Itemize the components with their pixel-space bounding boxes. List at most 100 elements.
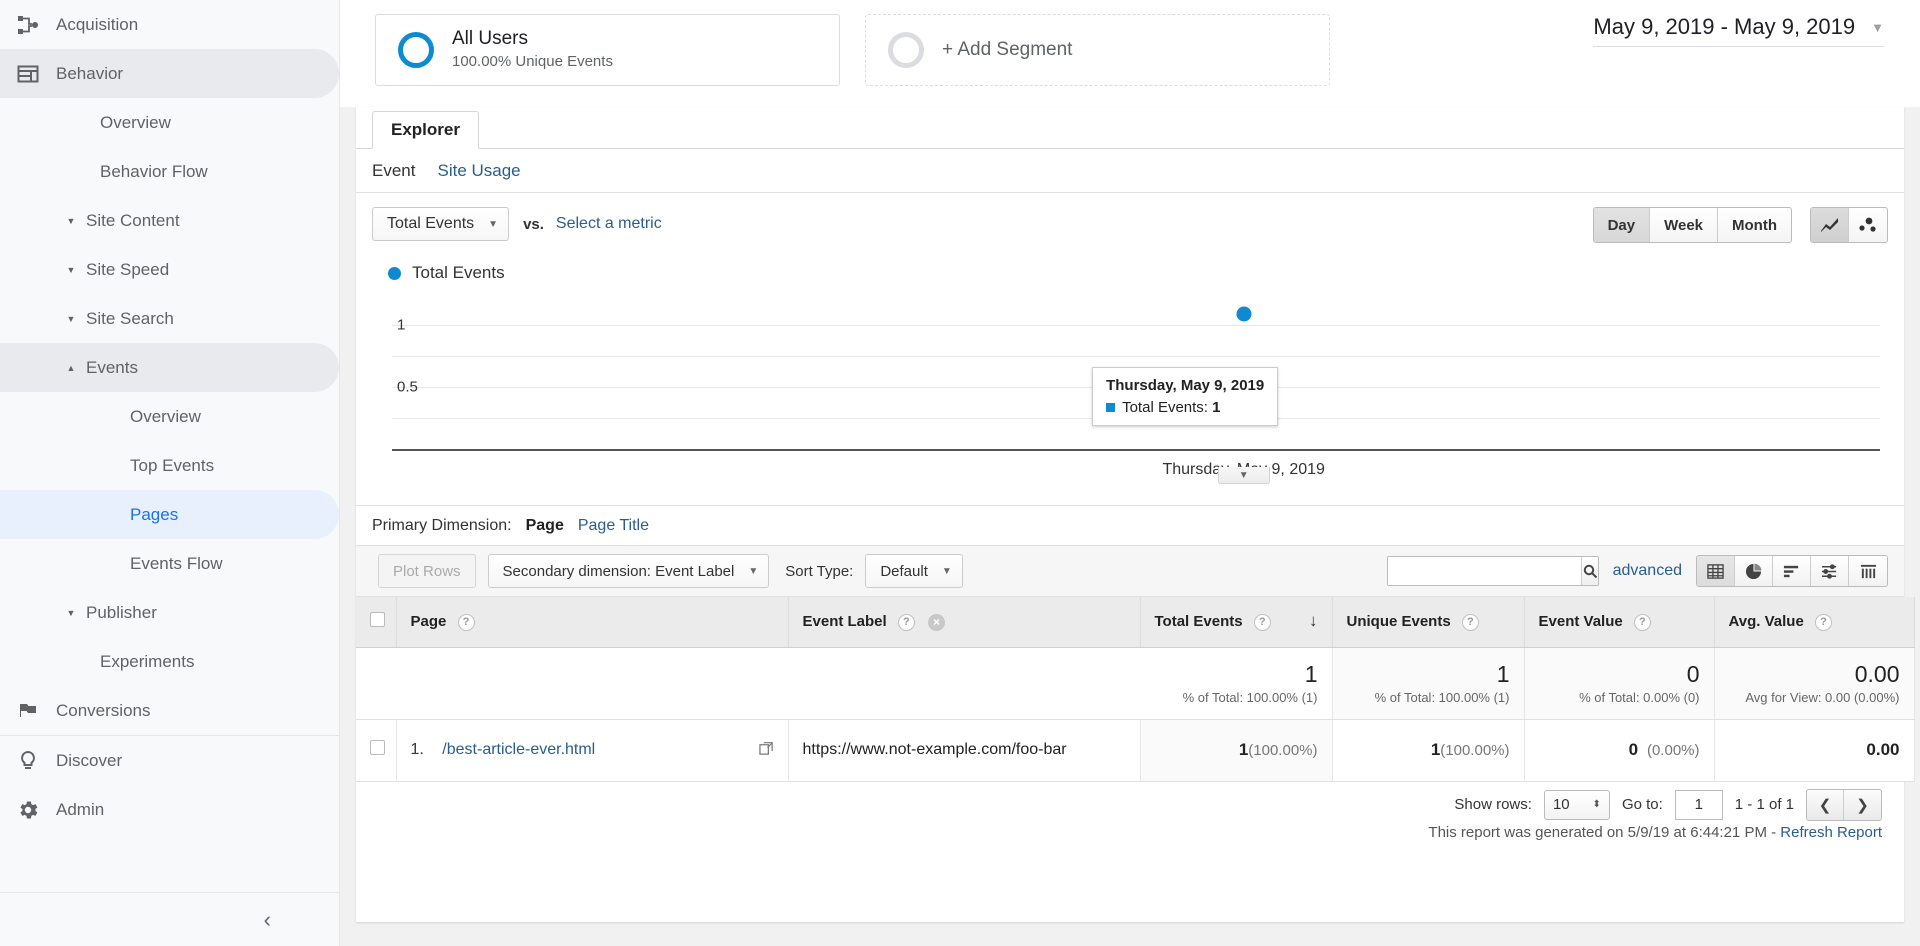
chevron-down-icon: ▼ <box>748 565 759 577</box>
segment-all-users[interactable]: All Users 100.00% Unique Events <box>375 14 840 86</box>
sidebar-item-label: Pages <box>130 504 179 524</box>
sidebar-item-label: Discover <box>56 750 123 770</box>
go-to-label: Go to: <box>1621 796 1663 813</box>
row-avg-value: 0.00 <box>1729 740 1899 760</box>
table-view-icon[interactable] <box>1697 556 1735 586</box>
sidebar-item-label: Overview <box>130 406 201 426</box>
column-label: Unique Events <box>1346 612 1451 630</box>
sidebar-item-publisher[interactable]: ▼ Publisher <box>0 588 339 637</box>
chevron-right-icon[interactable]: ❯ <box>1844 789 1881 820</box>
select-all-header <box>356 597 397 648</box>
search-input[interactable] <box>1387 557 1581 585</box>
help-icon[interactable]: ? <box>1461 613 1479 631</box>
column-header-unique-events[interactable]: Unique Events ? <box>1332 597 1525 648</box>
collapse-sidebar-button[interactable]: ‹ <box>0 892 339 946</box>
chevron-left-icon[interactable]: ❮ <box>1807 789 1844 820</box>
summary-event-value: 0 % of Total: 0.00% (0) <box>1524 647 1715 720</box>
row-event-value: 0 (0.00%) <box>1539 740 1700 760</box>
help-icon[interactable]: ? <box>1253 613 1271 631</box>
primary-dimension-page-title[interactable]: Page Title <box>578 517 649 535</box>
sidebar-item-experiments[interactable]: Experiments <box>0 637 339 686</box>
tab-explorer[interactable]: Explorer <box>372 111 479 149</box>
sidebar-item-events[interactable]: ▲ Events <box>0 343 339 392</box>
row-total-events-pct: (100.00%) <box>1248 742 1318 759</box>
chevron-down-icon: ▼ <box>66 607 76 618</box>
refresh-report-link[interactable]: Refresh Report <box>1780 824 1882 841</box>
help-icon[interactable]: ? <box>457 613 475 631</box>
primary-dimension-page[interactable]: Page <box>526 517 564 535</box>
row-page-link[interactable]: /best-article-ever.html <box>442 741 595 758</box>
comparison-view-icon[interactable] <box>1811 556 1849 586</box>
search-icon[interactable] <box>1580 557 1598 585</box>
pivot-view-icon[interactable] <box>1849 556 1887 586</box>
column-header-event-value[interactable]: Event Value ? <box>1524 597 1715 648</box>
stepper-arrows-icon: ⬍ <box>1592 799 1601 810</box>
sidebar-item-top-events[interactable]: Top Events <box>0 441 339 490</box>
row-avg-value-cell: 0.00 <box>1714 719 1915 782</box>
select-a-metric-link[interactable]: Select a metric <box>556 215 662 233</box>
sidebar-item-events-overview[interactable]: Overview <box>0 392 339 441</box>
plot-rows-button[interactable]: Plot Rows <box>378 554 476 588</box>
column-header-total-events[interactable]: Total Events ? ↓ <box>1140 597 1333 648</box>
sidebar-item-acquisition[interactable]: Acquisition <box>0 0 339 49</box>
granularity-week-button[interactable]: Week <box>1650 208 1719 242</box>
sidebar-item-behavior-overview[interactable]: Overview <box>0 98 339 147</box>
secondary-dimension-select[interactable]: Secondary dimension: Event Label ▼ <box>487 554 770 588</box>
row-unique-events: 1(100.00%) <box>1347 740 1510 760</box>
sidebar-item-site-search[interactable]: ▼ Site Search <box>0 294 339 343</box>
chart-expander-button[interactable]: ▼ <box>1217 467 1270 484</box>
table-summary-row: 1 % of Total: 100.00% (1) 1 % of Total: … <box>356 647 1915 720</box>
sidebar-item-site-speed[interactable]: ▼ Site Speed <box>0 245 339 294</box>
help-icon[interactable]: ? <box>897 613 915 631</box>
show-rows-select[interactable]: 10 ⬍ <box>1543 789 1610 820</box>
row-unique-events-pct: (100.00%) <box>1440 742 1510 759</box>
sidebar-item-label: Experiments <box>100 651 195 671</box>
select-all-checkbox[interactable] <box>370 612 385 628</box>
subtab-event[interactable]: Event <box>372 161 415 181</box>
pagination-range: 1 - 1 of 1 <box>1734 796 1794 813</box>
acquisition-icon <box>0 13 56 37</box>
sidebar-item-label: Events <box>86 357 138 377</box>
table-row[interactable]: 1. /best-article-ever.html https://www.n… <box>356 719 1915 782</box>
granularity-month-button[interactable]: Month <box>1718 208 1791 242</box>
scatter-chart-icon[interactable] <box>1849 208 1887 242</box>
sort-type-select[interactable]: Default ▼ <box>865 554 963 588</box>
column-header-event-label[interactable]: Event Label ? × <box>788 597 1141 648</box>
sidebar-item-discover[interactable]: Discover <box>0 736 339 785</box>
subtab-site-usage[interactable]: Site Usage <box>437 161 520 181</box>
add-segment-button[interactable]: + Add Segment <box>865 14 1330 86</box>
tab-label: Explorer <box>391 120 460 139</box>
line-chart-icon[interactable] <box>1811 208 1849 242</box>
sidebar-item-behavior-flow[interactable]: Behavior Flow <box>0 147 339 196</box>
advanced-filter-link[interactable]: advanced <box>1613 562 1682 580</box>
row-event-label-cell: https://www.not-example.com/foo-bar <box>788 719 1141 782</box>
open-in-new-window-icon[interactable] <box>758 741 774 760</box>
column-header-page[interactable]: Page ? <box>396 597 789 648</box>
column-header-avg-value[interactable]: Avg. Value ? <box>1714 597 1915 648</box>
sidebar-item-events-pages[interactable]: Pages <box>0 490 339 539</box>
sort-type-label: Sort Type: <box>785 562 854 580</box>
row-event-value-pct: (0.00%) <box>1646 742 1700 759</box>
sidebar-item-conversions[interactable]: Conversions <box>0 686 339 735</box>
sort-type-value: Default <box>880 562 928 580</box>
summary-note: Avg for View: 0.00 (0.00%) <box>1745 690 1900 705</box>
bar-view-icon[interactable] <box>1773 556 1811 586</box>
show-rows-label: Show rows: <box>1454 796 1532 813</box>
remove-secondary-dimension-icon[interactable]: × <box>928 613 946 631</box>
sidebar-item-admin[interactable]: Admin <box>0 785 339 834</box>
chart-legend: Total Events <box>372 255 1888 291</box>
help-icon[interactable]: ? <box>1814 613 1832 631</box>
data-point[interactable] <box>1236 306 1252 322</box>
pie-view-icon[interactable] <box>1735 556 1773 586</box>
granularity-day-button[interactable]: Day <box>1593 208 1651 242</box>
chart-plot: 1 0.5 Thursday, May 9, 2019 Total Events… <box>372 293 1888 478</box>
go-to-input[interactable]: 1 <box>1674 789 1723 820</box>
primary-metric-select[interactable]: Total Events ▼ <box>372 207 510 241</box>
date-range-picker[interactable]: May 9, 2019 - May 9, 2019 ▼ <box>1593 14 1884 47</box>
sidebar-item-events-flow[interactable]: Events Flow <box>0 539 339 588</box>
sidebar-item-behavior[interactable]: Behavior <box>0 49 339 98</box>
help-icon[interactable]: ? <box>1633 613 1651 631</box>
sidebar-item-site-content[interactable]: ▼ Site Content <box>0 196 339 245</box>
row-checkbox[interactable] <box>370 740 385 755</box>
column-label: Page <box>410 612 447 630</box>
